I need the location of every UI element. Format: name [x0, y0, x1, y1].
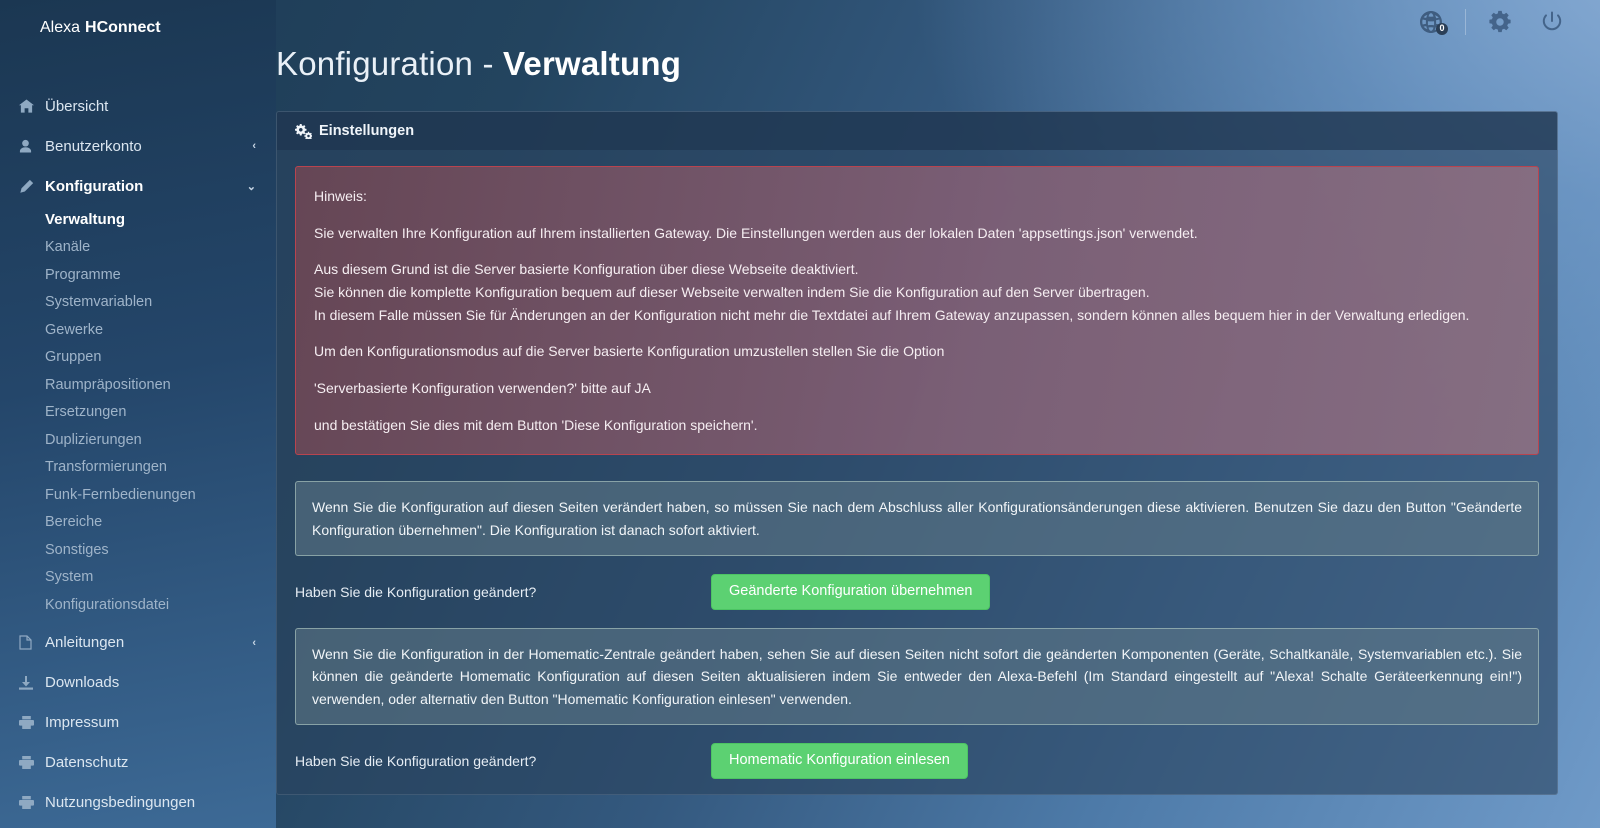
settings-button[interactable]	[1474, 0, 1526, 44]
sidebar-subitem-gewerke[interactable]: Gewerke	[0, 316, 276, 344]
sidebar-subitem-gruppen[interactable]: Gruppen	[0, 344, 276, 372]
sidebar: Alexa HConnect Übersicht Benutzerkonto ‹…	[0, 0, 276, 828]
pdf-file-icon	[19, 635, 45, 650]
page-title-light: Konfiguration -	[276, 45, 494, 82]
homematic-read-question: Haben Sie die Konfiguration geändert?	[295, 753, 537, 770]
sidebar-subitem-programme[interactable]: Programme	[0, 261, 276, 289]
sidebar-subitem-kanaele[interactable]: Kanäle	[0, 234, 276, 262]
sidebar-subitem-funk-fernbedienungen[interactable]: Funk-Fernbedienungen	[0, 481, 276, 509]
chevron-down-icon: ⌄	[246, 180, 256, 193]
print-icon	[19, 716, 45, 729]
hinweis-paragraph-2a: Aus diesem Grund ist die Server basierte…	[314, 261, 859, 278]
pencil-icon	[19, 179, 45, 194]
sidebar-item-downloads[interactable]: Downloads	[0, 663, 276, 703]
sidebar-item-uebersicht[interactable]: Übersicht	[0, 86, 276, 126]
sidebar-nav: Übersicht Benutzerkonto ‹ Konfiguration …	[0, 86, 276, 823]
panel-body: Hinweis: Sie verwalten Ihre Konfiguratio…	[277, 150, 1557, 794]
hinweis-paragraph-1: Sie verwalten Ihre Konfiguration auf Ihr…	[314, 224, 1198, 241]
download-icon	[19, 675, 45, 690]
sidebar-subitem-bereiche[interactable]: Bereiche	[0, 509, 276, 537]
page-title: Konfiguration - Verwaltung	[276, 0, 1558, 83]
sidebar-item-impressum[interactable]: Impressum	[0, 703, 276, 743]
page-title-bold: Verwaltung	[503, 45, 682, 82]
cogs-icon	[295, 123, 312, 139]
sidebar-subitem-sonstiges[interactable]: Sonstiges	[0, 536, 276, 564]
print-icon	[19, 796, 45, 809]
sidebar-subitem-transformierungen[interactable]: Transformierungen	[0, 454, 276, 482]
print-icon	[19, 756, 45, 769]
gear-icon	[1489, 10, 1511, 33]
sidebar-item-benutzerkonto[interactable]: Benutzerkonto ‹	[0, 126, 276, 166]
sidebar-item-label: Übersicht	[45, 97, 109, 115]
logout-power-button[interactable]	[1526, 0, 1578, 44]
panel-header-title: Einstellungen	[319, 123, 415, 139]
sidebar-item-label: Benutzerkonto	[45, 137, 142, 155]
brand-light-text: Alexa	[40, 19, 81, 36]
home-icon	[19, 99, 45, 113]
sidebar-subitem-konfigurationsdatei[interactable]: Konfigurationsdatei	[0, 591, 276, 619]
globe-badge-count: 0	[1436, 23, 1448, 35]
info-box-homematic: Wenn Sie die Konfiguration in der Homema…	[295, 628, 1539, 726]
read-homematic-config-button[interactable]: Homematic Konfiguration einlesen	[711, 743, 968, 780]
sidebar-item-label: Impressum	[45, 714, 120, 731]
hinweis-paragraph-3: Um den Konfigurationsmodus auf die Serve…	[314, 343, 945, 360]
language-globe-button[interactable]: 0	[1405, 0, 1457, 44]
activate-config-row: Haben Sie die Konfiguration geändert? Ge…	[295, 574, 1539, 611]
hinweis-paragraph-5: und bestätigen Sie dies mit dem Button '…	[314, 416, 758, 433]
chevron-left-icon: ‹	[252, 636, 256, 649]
activate-config-question: Haben Sie die Konfiguration geändert?	[295, 584, 537, 601]
hinweis-heading: Hinweis:	[314, 188, 367, 204]
main-content: Konfiguration - Verwaltung Einstellungen…	[276, 0, 1600, 828]
sidebar-item-label: Nutzungsbedingungen	[45, 794, 196, 811]
sidebar-item-label: Datenschutz	[45, 754, 129, 771]
hinweis-paragraph-2b: Sie können die komplette Konfiguration b…	[314, 284, 1150, 301]
sidebar-subitem-system[interactable]: System	[0, 564, 276, 592]
apply-changed-config-button[interactable]: Geänderte Konfiguration übernehmen	[711, 574, 991, 611]
user-icon	[19, 139, 45, 153]
topbar-divider	[1465, 9, 1466, 35]
settings-panel: Einstellungen Hinweis: Sie verwalten Ihr…	[276, 111, 1558, 795]
homematic-read-row: Haben Sie die Konfiguration geändert? Ho…	[295, 743, 1539, 780]
brand-bold-text: HConnect	[85, 19, 161, 36]
sidebar-subnav-konfiguration: Verwaltung Kanäle Programme Systemvariab…	[0, 206, 276, 623]
sidebar-item-label: Konfiguration	[45, 177, 144, 195]
hinweis-paragraph-4: 'Serverbasierte Konfiguration verwenden?…	[314, 380, 651, 397]
sidebar-subitem-duplizierungen[interactable]: Duplizierungen	[0, 426, 276, 454]
sidebar-item-label: Anleitungen	[45, 634, 125, 651]
topbar: 0	[1405, 0, 1600, 44]
hinweis-alert: Hinweis: Sie verwalten Ihre Konfiguratio…	[295, 166, 1539, 456]
sidebar-item-konfiguration[interactable]: Konfiguration ⌄	[0, 166, 276, 206]
hinweis-paragraph-2c: In diesem Falle müssen Sie für Änderunge…	[314, 306, 1470, 323]
chevron-left-icon: ‹	[252, 140, 256, 152]
sidebar-item-nutzungsbedingungen[interactable]: Nutzungsbedingungen	[0, 783, 276, 823]
sidebar-subitem-raumpraepositionen[interactable]: Raumpräpositionen	[0, 371, 276, 399]
sidebar-subitem-systemvariablen[interactable]: Systemvariablen	[0, 289, 276, 317]
sidebar-item-label: Downloads	[45, 674, 120, 691]
power-icon	[1542, 11, 1562, 31]
sidebar-subitem-ersetzungen[interactable]: Ersetzungen	[0, 399, 276, 427]
info-box-activate-config: Wenn Sie die Konfiguration auf diesen Se…	[295, 481, 1539, 557]
sidebar-subitem-verwaltung[interactable]: Verwaltung	[0, 206, 276, 234]
app-brand[interactable]: Alexa HConnect	[0, 8, 276, 48]
panel-header: Einstellungen	[277, 112, 1557, 150]
sidebar-item-anleitungen[interactable]: Anleitungen ‹	[0, 623, 276, 663]
sidebar-item-datenschutz[interactable]: Datenschutz	[0, 743, 276, 783]
